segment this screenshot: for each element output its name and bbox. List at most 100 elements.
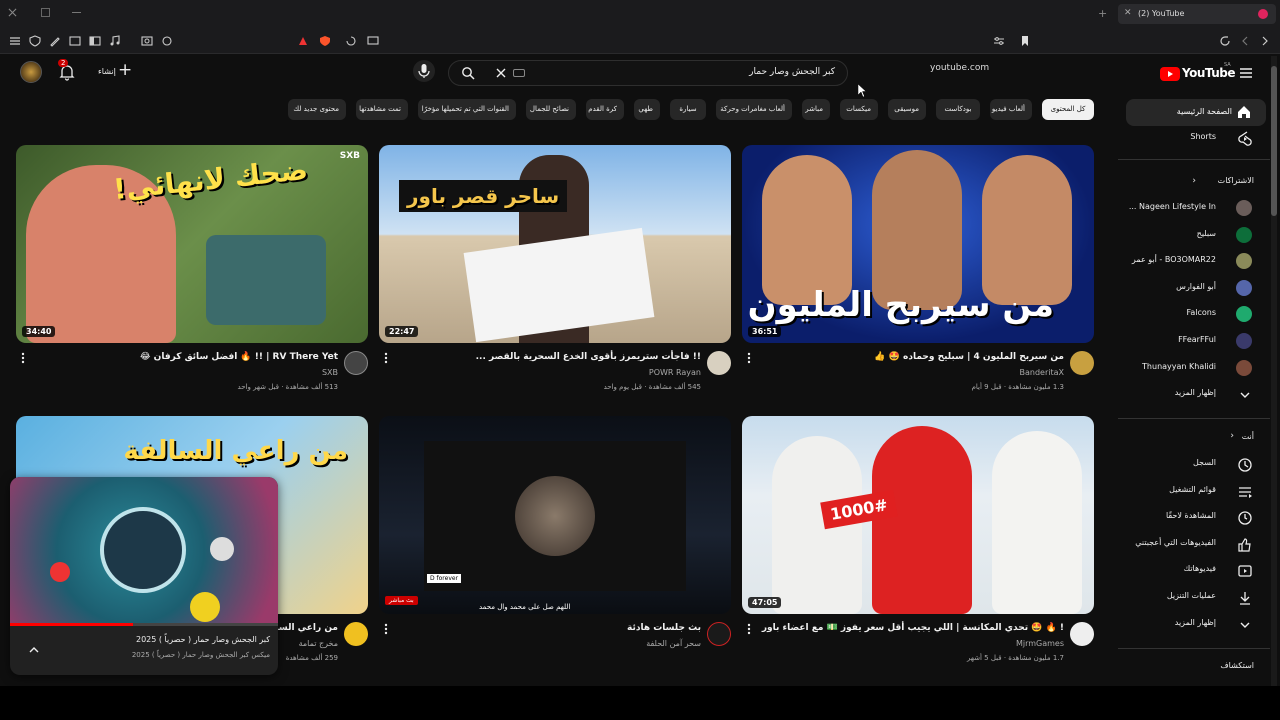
alert-icon[interactable]	[296, 34, 310, 48]
cast-icon[interactable]	[366, 34, 380, 48]
channel-avatar[interactable]	[707, 622, 731, 646]
video-thumbnail[interactable]: من سيربح المليون 36:51	[742, 145, 1094, 343]
you-item-2[interactable]: المشاهدة لاحقًا	[1114, 505, 1254, 531]
screenshot-icon[interactable]	[140, 34, 154, 48]
forward-icon[interactable]	[1258, 34, 1272, 48]
subscription-item[interactable]: BO3OMAR22 - أبو عمر	[1114, 249, 1254, 275]
chip-12[interactable]: تمت مشاهدتها	[356, 99, 408, 120]
scrollbar-thumb[interactable]	[1271, 66, 1277, 216]
you-item-0[interactable]: السجل	[1114, 452, 1254, 478]
tabs-icon[interactable]	[68, 34, 82, 48]
reload-icon[interactable]	[1218, 34, 1232, 48]
channel-avatar[interactable]	[1070, 622, 1094, 646]
channel-avatar[interactable]	[344, 622, 368, 646]
extensions-icon[interactable]	[160, 34, 174, 48]
tab-youtube[interactable]: ✕ (2) YouTube	[1118, 4, 1276, 24]
subscription-item[interactable]: Nageen Lifestyle In ...	[1114, 196, 1254, 222]
video-card[interactable]: 1000# 47:05 ! 🔥 🤩 تحدي المكانسة | اللي ي…	[742, 416, 1094, 671]
mini-player[interactable]: كبر الجحش وصار حمار ( حصرياً ) 2025 ميكس…	[10, 477, 278, 675]
more-options-icon[interactable]	[744, 351, 754, 365]
chip-2[interactable]: بودكاست	[936, 99, 980, 120]
more-options-icon[interactable]	[381, 351, 391, 365]
bookmark-icon[interactable]	[1018, 34, 1032, 48]
more-options-icon[interactable]	[381, 622, 391, 636]
channel-avatar[interactable]	[1070, 351, 1094, 375]
chip-0[interactable]: كل المحتوى	[1042, 99, 1094, 120]
back-icon[interactable]	[1238, 34, 1252, 48]
notifications-icon[interactable]: 2	[58, 59, 76, 81]
mini-player-progress[interactable]	[10, 623, 278, 626]
brave-shield-icon[interactable]	[318, 34, 332, 48]
video-card[interactable]: من سيربح المليون 36:51 من سيربح المليون …	[742, 145, 1094, 395]
channel-name[interactable]: POWR Rayan	[649, 368, 701, 377]
video-title[interactable]: بث جلسات هادئة	[627, 623, 701, 633]
sidebar-show-more[interactable]: إظهار المزيد	[1114, 382, 1254, 408]
channel-avatar[interactable]	[344, 351, 368, 375]
close-tab-icon[interactable]: ✕	[1124, 8, 1132, 18]
mini-player-video[interactable]	[10, 477, 278, 623]
chip-1[interactable]: ألعاب فيديو	[990, 99, 1032, 120]
chip-7[interactable]: سيارة	[670, 99, 706, 120]
guide-menu-icon[interactable]	[1239, 66, 1253, 80]
video-card[interactable]: D forever بث مباشر اللهم صل على محمد وال…	[379, 416, 731, 671]
chip-6[interactable]: ألعاب مغامرات وحركة	[716, 99, 792, 120]
minimize-window-icon[interactable]	[72, 12, 81, 13]
chip-10[interactable]: نصائح للجمال	[526, 99, 576, 120]
pen-icon[interactable]	[48, 34, 62, 48]
channel-name[interactable]: سحر آمن الحلفة	[646, 639, 701, 648]
chip-8[interactable]: طهي	[634, 99, 660, 120]
chip-11[interactable]: القنوات التي تم تحميلها مؤخرًا	[418, 99, 516, 120]
account-avatar[interactable]	[20, 61, 42, 83]
subscription-item[interactable]: Thunayyan Khalidi	[1114, 356, 1254, 382]
mini-player-title[interactable]: كبر الجحش وصار حمار ( حصرياً ) 2025	[136, 635, 270, 644]
maximize-window-icon[interactable]	[41, 8, 50, 17]
chip-13[interactable]: محتوى جديد لك	[288, 99, 346, 120]
you-item-4[interactable]: فيديوهاتك	[1114, 558, 1254, 584]
voice-search-button[interactable]	[413, 60, 435, 82]
page-scrollbar[interactable]	[1271, 56, 1277, 686]
expand-chevron-icon[interactable]	[28, 645, 40, 655]
shield-icon[interactable]	[28, 34, 42, 48]
refresh-arrow-icon[interactable]	[344, 34, 358, 48]
search-box[interactable]: كبر الجحش وصار حمار	[448, 60, 848, 86]
video-title[interactable]: !! فاجأت ستريمرز بأقوى الخدع السحرية بال…	[476, 352, 701, 362]
menu-icon[interactable]	[8, 34, 22, 48]
channel-name[interactable]: MjrmGames	[1016, 639, 1064, 648]
chip-5[interactable]: مباشر	[802, 99, 830, 120]
video-title[interactable]: من سيربح المليون 4 | سبليح وحماده 🤩 👍	[874, 352, 1064, 362]
sidebar-show-more[interactable]: إظهار المزيد	[1114, 612, 1254, 638]
subscriptions-header[interactable]: الاشتراكات ›	[1174, 176, 1254, 190]
more-options-icon[interactable]	[744, 622, 754, 636]
search-input[interactable]: كبر الجحش وصار حمار	[749, 67, 835, 77]
subscription-item[interactable]: أبو الفوارس	[1114, 276, 1254, 302]
video-title[interactable]: ! 🔥 🤩 تحدي المكانسة | اللي يجيب أقل سعر …	[762, 623, 1064, 633]
sidebar-item-home[interactable]: الصفحة الرئيسية	[1126, 99, 1266, 126]
site-settings-icon[interactable]	[992, 34, 1006, 48]
you-item-5[interactable]: عمليات التنزيل	[1114, 585, 1254, 611]
you-header[interactable]: أنت ›	[1204, 431, 1254, 446]
new-tab-icon[interactable]: +	[1098, 7, 1107, 20]
close-window-icon[interactable]	[8, 8, 17, 17]
video-title[interactable]: RV There Yet | !! 🔥 افضل سائق كرفان 😂	[140, 352, 338, 362]
video-thumbnail[interactable]: ضحك لانهائي! SXB 34:40	[16, 145, 368, 343]
sidebar-item-shorts[interactable]: Shorts	[1114, 126, 1254, 152]
video-thumbnail[interactable]: ساحر قصر باور 22:47	[379, 145, 731, 343]
you-item-3[interactable]: الفيديوهات التي أعجبتني	[1114, 532, 1254, 558]
subscription-item[interactable]: سبليح	[1114, 223, 1254, 249]
music-icon[interactable]	[108, 34, 122, 48]
clear-search-icon[interactable]	[495, 67, 507, 79]
chip-3[interactable]: موسيقى	[888, 99, 926, 120]
subscription-item[interactable]: FFearFFul	[1114, 329, 1254, 355]
channel-name[interactable]: مخرج تمامة	[299, 639, 338, 648]
video-thumbnail[interactable]: D forever بث مباشر اللهم صل على محمد وال…	[379, 416, 731, 614]
keyboard-icon[interactable]	[513, 69, 525, 77]
channel-name[interactable]: BanderitaX	[1020, 368, 1065, 377]
search-icon[interactable]	[461, 66, 475, 80]
you-item-1[interactable]: قوائم التشغيل	[1114, 479, 1254, 505]
channel-avatar[interactable]	[707, 351, 731, 375]
chip-9[interactable]: كرة القدم	[586, 99, 624, 120]
subscription-item[interactable]: Falcons	[1114, 302, 1254, 328]
channel-name[interactable]: SXB	[322, 368, 338, 377]
video-card[interactable]: ساحر قصر باور 22:47 !! فاجأت ستريمرز بأق…	[379, 145, 731, 395]
video-thumbnail[interactable]: 1000# 47:05	[742, 416, 1094, 614]
